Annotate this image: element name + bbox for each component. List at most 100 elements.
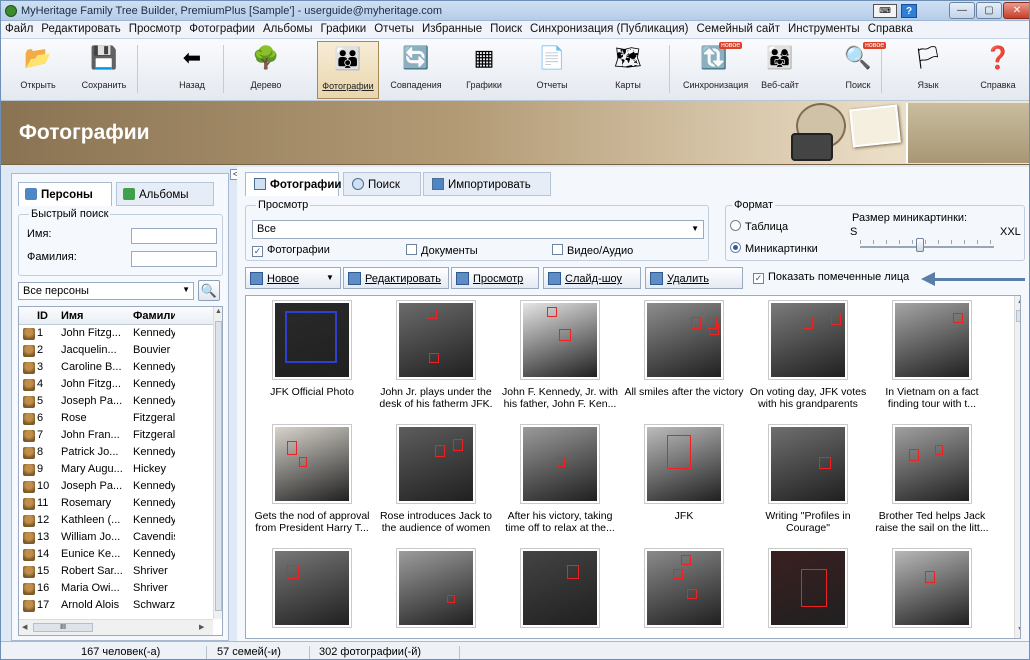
menu-item[interactable]: Справка bbox=[864, 21, 917, 35]
table-row[interactable]: 8 Patrick Jo... Kennedy bbox=[19, 445, 213, 461]
table-row[interactable]: 10 Joseph Pa... Kennedy bbox=[19, 479, 213, 495]
toolbar-button[interactable]: 🔄 Совпадения bbox=[385, 41, 447, 99]
persons-table-hscrollbar[interactable]: ◀ III ▶ bbox=[19, 619, 213, 635]
toolbar-button[interactable]: 🔍 Поиск новое bbox=[827, 41, 889, 99]
toolbar-button[interactable]: 🌳 Дерево bbox=[235, 41, 297, 99]
table-row[interactable]: 2 Jacquelin... Bouvier bbox=[19, 343, 213, 359]
photo-grid-vscrollbar[interactable]: ▲ ▼ bbox=[1014, 296, 1020, 638]
chevron-down-icon[interactable]: ▼ bbox=[326, 273, 334, 282]
menu-item[interactable]: Просмотр bbox=[125, 21, 186, 35]
persons-table-vscrollbar[interactable]: ▲ bbox=[213, 307, 222, 619]
scroll-right-icon[interactable]: ▶ bbox=[199, 623, 204, 631]
thumbnails-radio[interactable]: Миникартинки bbox=[730, 242, 818, 255]
photo-thumbnail[interactable]: John F. Kennedy, Jr. with his father, Jo… bbox=[498, 296, 622, 418]
close-button[interactable]: ✕ bbox=[1003, 2, 1029, 19]
tagged-face-box[interactable] bbox=[557, 457, 565, 467]
table-row[interactable]: 13 William Jo... Cavendish bbox=[19, 530, 213, 546]
tagged-face-box[interactable] bbox=[691, 317, 701, 329]
tagged-face-box[interactable] bbox=[567, 565, 579, 579]
table-row[interactable]: 15 Robert Sar... Shriver bbox=[19, 564, 213, 580]
tab-persons[interactable]: Персоны bbox=[18, 182, 112, 206]
photo-thumbnail[interactable]: JFK bbox=[622, 420, 746, 542]
table-row[interactable]: 5 Joseph Pa... Kennedy bbox=[19, 394, 213, 410]
maximize-button[interactable]: ▢ bbox=[976, 2, 1002, 19]
tagged-face-box[interactable] bbox=[427, 309, 437, 319]
slideshow-button[interactable]: Слайд-шоу bbox=[543, 267, 641, 289]
scroll-up-icon[interactable]: ▲ bbox=[215, 308, 222, 315]
menu-item[interactable]: Отчеты bbox=[370, 21, 418, 35]
tagged-face-box[interactable] bbox=[559, 329, 571, 341]
tagged-face-box[interactable] bbox=[831, 313, 841, 325]
menu-item[interactable]: Синхронизация (Публикация) bbox=[526, 21, 692, 35]
table-row[interactable]: 1 John Fitzg... Kennedy bbox=[19, 326, 213, 342]
menu-item[interactable]: Избранные bbox=[418, 21, 486, 35]
minimize-button[interactable]: — bbox=[949, 2, 975, 19]
tab-import[interactable]: Импортировать bbox=[423, 172, 551, 196]
tagged-face-box[interactable] bbox=[819, 457, 831, 469]
tagged-face-box[interactable] bbox=[925, 571, 935, 583]
tagged-face-box[interactable] bbox=[547, 307, 557, 317]
tab-search[interactable]: Поиск bbox=[343, 172, 421, 196]
toolbar-button[interactable]: 👨‍👩‍👧 Веб-сайт bbox=[749, 41, 811, 99]
toolbar-button[interactable]: 🏳 Язык bbox=[897, 41, 959, 99]
photo-thumbnail[interactable]: John Jr. plays under the desk of his fat… bbox=[374, 296, 498, 418]
tagged-face-box[interactable] bbox=[801, 569, 827, 607]
video-audio-checkbox[interactable]: Видео/Аудио bbox=[552, 244, 633, 257]
view-button[interactable]: Просмотр bbox=[451, 267, 539, 289]
table-row[interactable]: 12 Kathleen (... Kennedy bbox=[19, 513, 213, 529]
toolbar-button[interactable]: ⬅ Назад bbox=[161, 41, 223, 99]
photo-thumbnail[interactable]: On voting day, JFK votes with his grandp… bbox=[746, 296, 870, 418]
toolbar-button[interactable]: ❓ Справка bbox=[967, 41, 1029, 99]
photo-thumbnail[interactable] bbox=[498, 544, 622, 638]
toolbar-button[interactable]: 📄 Отчеты bbox=[521, 41, 583, 99]
toolbar-button[interactable]: 🔃 Синхронизация новое bbox=[683, 41, 748, 99]
help-icon[interactable]: ? bbox=[901, 4, 917, 18]
tagged-face-box[interactable] bbox=[909, 449, 919, 461]
photo-thumbnail[interactable]: After his victory, taking time off to re… bbox=[498, 420, 622, 542]
column-header-last-name[interactable]: Фамилия bbox=[133, 310, 175, 322]
size-slider-thumb[interactable] bbox=[916, 238, 925, 252]
photo-thumbnail[interactable]: Writing "Profiles in Courage" bbox=[746, 420, 870, 542]
tagged-face-box[interactable] bbox=[687, 589, 697, 599]
tagged-face-box[interactable] bbox=[299, 457, 307, 467]
table-row[interactable]: 6 Rose Fitzgerald bbox=[19, 411, 213, 427]
new-button[interactable]: Новое ▼ bbox=[245, 267, 341, 289]
tagged-face-box[interactable] bbox=[953, 313, 963, 323]
show-tagged-faces-checkbox[interactable]: ✓ Показать помеченные лица bbox=[753, 271, 909, 284]
column-header-first-name[interactable]: Имя bbox=[61, 310, 83, 322]
tagged-face-box[interactable] bbox=[681, 555, 691, 565]
menu-item[interactable]: Семейный сайт bbox=[692, 21, 784, 35]
scroll-down-icon[interactable]: ▼ bbox=[1017, 626, 1020, 633]
table-row[interactable]: 16 Maria Owi... Shriver bbox=[19, 581, 213, 597]
photos-checkbox[interactable]: ✓ Фотографии bbox=[252, 244, 330, 257]
persons-table-vscroll-thumb[interactable] bbox=[215, 321, 222, 611]
toolbar-button[interactable]: ▦ Графики bbox=[453, 41, 515, 99]
photo-thumbnail[interactable] bbox=[374, 544, 498, 638]
tab-albums[interactable]: Альбомы bbox=[116, 182, 214, 206]
table-row[interactable]: 14 Eunice Ke... Kennedy bbox=[19, 547, 213, 563]
photo-thumbnail[interactable] bbox=[746, 544, 870, 638]
tagged-face-box[interactable] bbox=[935, 445, 943, 455]
toolbar-button[interactable]: 📂 Открыть bbox=[7, 41, 69, 99]
tagged-face-box[interactable] bbox=[673, 569, 683, 579]
photo-thumbnail[interactable]: All smiles after the victory bbox=[622, 296, 746, 418]
table-row[interactable]: 7 John Fran... Fitzgerald bbox=[19, 428, 213, 444]
menu-item[interactable]: Файл bbox=[1, 21, 37, 35]
photo-grid-vscroll-thumb[interactable] bbox=[1016, 310, 1020, 322]
photo-thumbnail[interactable] bbox=[622, 544, 746, 638]
documents-checkbox[interactable]: Документы bbox=[406, 244, 478, 257]
persons-table-hscroll-thumb[interactable]: III bbox=[33, 623, 93, 632]
keyboard-icon[interactable]: ⌨ bbox=[873, 4, 897, 18]
tagged-face-box[interactable] bbox=[709, 323, 719, 335]
tagged-face-box[interactable] bbox=[429, 353, 439, 363]
tagged-face-box[interactable] bbox=[435, 445, 445, 457]
table-radio[interactable]: Таблица bbox=[730, 220, 788, 233]
table-row[interactable]: 17 Arnold Alois Schwarz... bbox=[19, 598, 213, 614]
tagged-face-box[interactable] bbox=[667, 435, 691, 469]
column-header-id[interactable]: ID bbox=[37, 310, 48, 322]
toolbar-button[interactable]: 🗺 Карты bbox=[597, 41, 659, 99]
photo-thumbnail[interactable] bbox=[250, 544, 374, 638]
tagged-face-box[interactable] bbox=[287, 441, 297, 455]
photo-thumbnail[interactable]: Rose introduces Jack to the audience of … bbox=[374, 420, 498, 542]
table-row[interactable]: 3 Caroline B... Kennedy bbox=[19, 360, 213, 376]
